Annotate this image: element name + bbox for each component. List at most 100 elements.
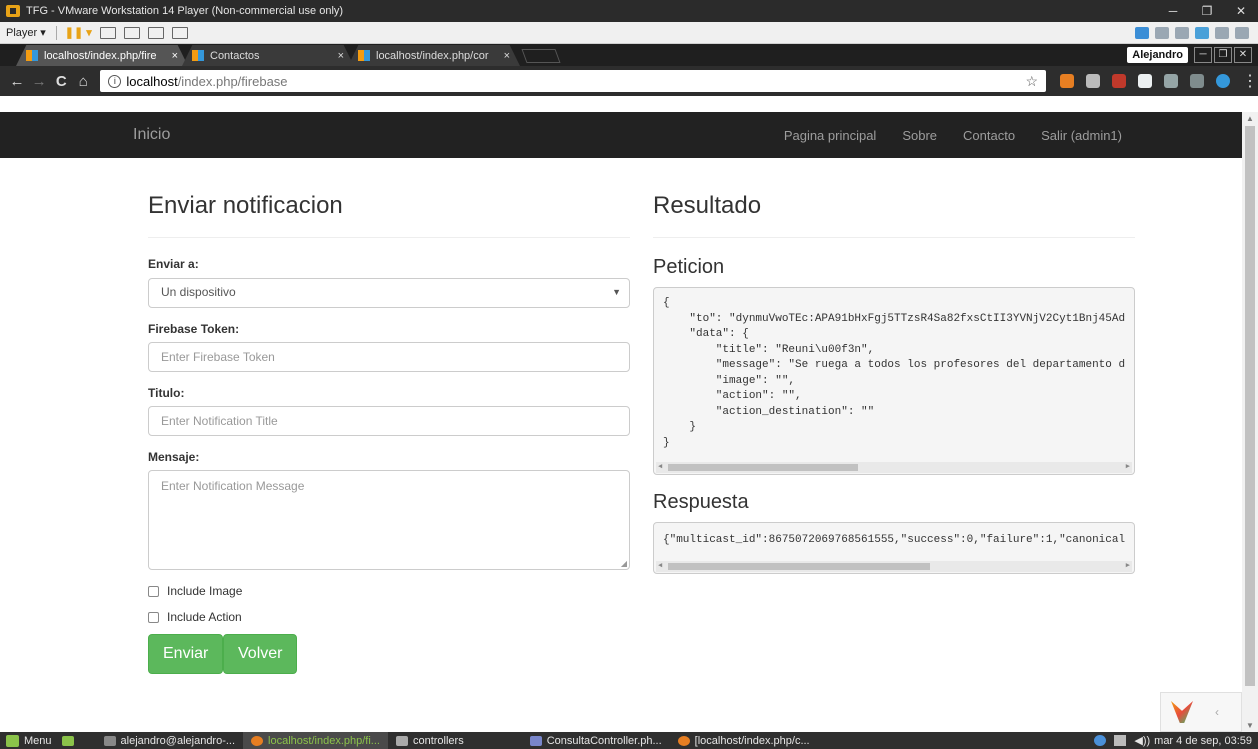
response-scroll-thumb[interactable]	[668, 563, 930, 570]
fullscreen-icon[interactable]	[147, 26, 164, 39]
nav-links: Pagina principal Sobre Contacto Salir (a…	[758, 112, 1242, 158]
taskbar-item-chrome[interactable]: localhost/index.php/fi...	[243, 732, 388, 749]
start-menu-button[interactable]: Menu	[0, 734, 58, 747]
restore-button[interactable]: ❐	[1190, 4, 1224, 18]
include-image-row[interactable]: Include Image	[148, 584, 242, 598]
tab-label: localhost/index.php/cor	[376, 49, 489, 62]
scroll-left-icon[interactable]: ◀	[658, 561, 662, 572]
toolbar-divider	[55, 25, 57, 40]
tab-close-icon[interactable]: ×	[172, 50, 178, 62]
tab-favicon-icon	[26, 50, 38, 61]
taskbar-item-folder[interactable]: controllers	[388, 732, 472, 749]
expand-devices-icon[interactable]	[1135, 26, 1149, 39]
send-to-select[interactable]: Un dispositivo ▼	[148, 278, 630, 308]
tab-list: localhost/index.php/fire × Contactos × l…	[0, 44, 561, 66]
reload-icon[interactable]: C	[50, 73, 72, 90]
taskbar-item-label: alejandro@alejandro-...	[120, 734, 236, 747]
home-icon[interactable]: ⌂	[72, 73, 94, 90]
taskbar: Menu alejandro@alejandro-... localhost/i…	[0, 732, 1258, 749]
show-desktop-icon[interactable]	[61, 735, 74, 746]
scroll-left-icon[interactable]: ◀	[658, 462, 662, 473]
browser-close-button[interactable]: ✕	[1234, 47, 1252, 63]
unity-icon[interactable]	[171, 26, 188, 39]
site-info-icon[interactable]: i	[108, 74, 122, 88]
extension-icon[interactable]	[1060, 74, 1075, 88]
player-menu[interactable]: Player ▾	[0, 26, 52, 39]
close-button[interactable]: ✕	[1224, 4, 1258, 18]
chevron-left-icon[interactable]: ‹	[1215, 705, 1219, 719]
send-to-value: Un dispositivo	[161, 285, 236, 299]
back-icon[interactable]: ←	[6, 73, 28, 90]
include-action-checkbox[interactable]	[148, 611, 159, 623]
scroll-right-icon[interactable]: ▶	[1126, 561, 1130, 572]
hard-disk-icon[interactable]	[1155, 26, 1169, 39]
tab-firebase[interactable]: localhost/index.php/fire ×	[16, 45, 188, 66]
nav-link-about[interactable]: Sobre	[902, 128, 937, 143]
extension-icon[interactable]	[1216, 74, 1231, 88]
nav-link-contact[interactable]: Contacto	[963, 128, 1015, 143]
result-heading: Resultado	[653, 192, 762, 219]
address-bar[interactable]: i localhost/index.php/firebase ☆	[100, 70, 1047, 92]
ublock-icon[interactable]	[1112, 74, 1127, 88]
cd-drive-icon[interactable]	[1175, 26, 1189, 39]
printer-icon[interactable]	[1215, 26, 1229, 39]
title-input[interactable]: Enter Notification Title	[148, 406, 630, 436]
token-placeholder: Enter Firebase Token	[161, 350, 275, 364]
network-icon[interactable]	[1114, 735, 1127, 746]
extension-icon[interactable]	[1164, 74, 1179, 88]
scroll-down-icon[interactable]: ▼	[1246, 721, 1254, 730]
browser-menu-icon[interactable]: ⋮	[1242, 71, 1258, 91]
request-scrollbar[interactable]: ◀ ▶	[656, 462, 1132, 473]
send-keys-icon[interactable]	[99, 26, 116, 39]
clock[interactable]: mar 4 de sep, 03:59	[1154, 735, 1252, 747]
forward-icon[interactable]: →	[28, 73, 50, 90]
back-button[interactable]: Volver	[223, 634, 298, 674]
sound-card-icon[interactable]	[1235, 26, 1249, 39]
taskbar-item-terminal[interactable]: alejandro@alejandro-...	[96, 732, 244, 749]
extension-icon[interactable]	[1086, 74, 1101, 88]
extension-icon[interactable]	[1190, 74, 1205, 88]
profile-button[interactable]: Alejandro	[1127, 47, 1188, 63]
removable-devices-icon[interactable]	[123, 26, 140, 39]
browser-restore-button[interactable]: ❐	[1214, 47, 1232, 63]
new-tab-button[interactable]	[521, 49, 561, 63]
yii-debug-badge[interactable]: ‹	[1160, 692, 1242, 732]
send-button[interactable]: Enviar	[148, 634, 224, 674]
bookmark-star-icon[interactable]: ☆	[1025, 73, 1038, 90]
network-adapter-icon[interactable]	[1195, 26, 1209, 39]
message-label: Mensaje:	[148, 450, 200, 464]
page-scrollbar[interactable]: ▲ ▼	[1242, 112, 1258, 732]
token-input[interactable]: Enter Firebase Token	[148, 342, 630, 372]
tab-close-icon[interactable]: ×	[338, 50, 344, 62]
response-code-block[interactable]: {"multicast_id":8675072069768561555,"suc…	[653, 522, 1135, 574]
scroll-right-icon[interactable]: ▶	[1126, 462, 1130, 473]
nav-link-home[interactable]: Pagina principal	[784, 128, 877, 143]
system-tray: ◀)) mar 4 de sep, 03:59	[1090, 734, 1258, 747]
pause-icon[interactable]: ❚❚ ▾	[65, 26, 92, 39]
form-heading: Enviar notificacion	[148, 192, 343, 219]
page-scroll-thumb[interactable]	[1245, 126, 1255, 686]
browser-minimize-button[interactable]: ─	[1194, 47, 1212, 63]
tab-consulta[interactable]: localhost/index.php/cor ×	[348, 45, 520, 66]
tab-contactos[interactable]: Contactos ×	[182, 45, 354, 66]
shield-icon[interactable]	[1094, 735, 1107, 746]
taskbar-item-browser[interactable]: [localhost/index.php/c...	[670, 732, 818, 749]
request-code-block[interactable]: { "to": "dynmuVwoTEc:APA91bHxFgj5TTzsR4S…	[653, 287, 1135, 475]
volume-icon[interactable]: ◀))	[1134, 734, 1150, 747]
include-action-row[interactable]: Include Action	[148, 610, 242, 624]
tab-close-icon[interactable]: ×	[504, 50, 510, 62]
include-image-checkbox[interactable]	[148, 585, 159, 597]
include-action-label: Include Action	[167, 610, 242, 624]
extension-icon[interactable]	[1138, 74, 1153, 88]
message-textarea[interactable]: Enter Notification Message ◢	[148, 470, 630, 570]
response-scrollbar[interactable]: ◀ ▶	[656, 561, 1132, 572]
message-placeholder: Enter Notification Message	[161, 479, 305, 493]
request-heading: Peticion	[653, 256, 725, 278]
scroll-up-icon[interactable]: ▲	[1246, 114, 1254, 123]
nav-link-logout[interactable]: Salir (admin1)	[1041, 128, 1122, 143]
resize-handle-icon[interactable]: ◢	[621, 559, 627, 568]
minimize-button[interactable]: ─	[1156, 4, 1190, 18]
request-scroll-thumb[interactable]	[668, 464, 858, 471]
brand-link[interactable]: Inicio	[133, 126, 170, 144]
taskbar-item-editor[interactable]: ConsultaController.ph...	[522, 732, 670, 749]
